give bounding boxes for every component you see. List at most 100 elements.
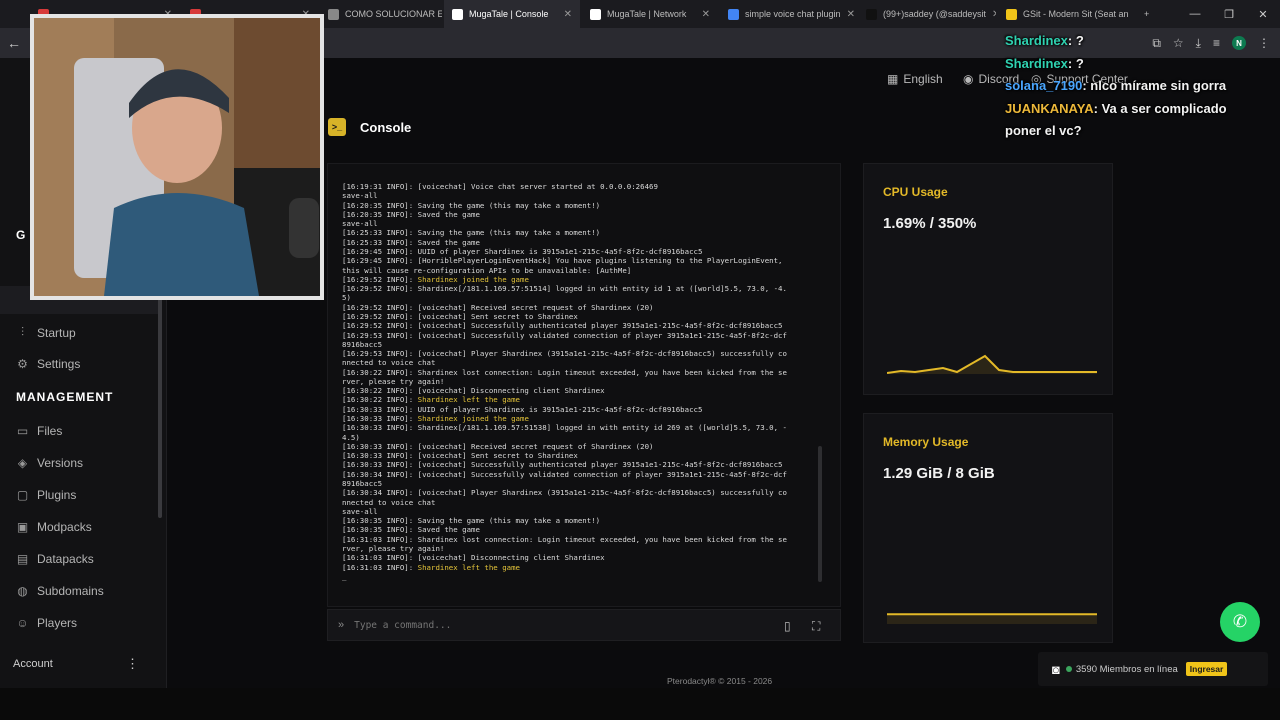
- tab-close-icon[interactable]: ✕: [696, 9, 710, 20]
- console-line-text: [16:25:33 INFO]: Saved the game: [342, 237, 480, 247]
- console-line-highlight: Shardinex left the game: [417, 395, 520, 405]
- console-line: [16:31:03 INFO]: Shardinex lost connecti…: [342, 535, 817, 544]
- menu-icon[interactable]: ⋮: [1258, 36, 1270, 50]
- close-window-icon[interactable]: ✕: [1246, 0, 1280, 28]
- tab-close-icon[interactable]: ✕: [558, 9, 572, 20]
- discord-widget: ◙ 3590 Miembros en línea Ingresar: [1038, 652, 1268, 686]
- account-link[interactable]: Account: [13, 658, 53, 670]
- console-line-highlight: Shardinex joined the game: [417, 274, 529, 284]
- chat-message: solana_7190: nlco mírame sin gorra: [1005, 75, 1255, 98]
- console-line: 5): [342, 293, 817, 302]
- browser-tab[interactable]: MugaTale | Network ✕: [582, 0, 718, 28]
- sidebar-item-files[interactable]: ▭ Files: [16, 424, 63, 438]
- console-line: [16:29:52 INFO]: [voicechat] Successfull…: [342, 321, 817, 330]
- console-line-text: nnected to voice chat: [342, 358, 436, 368]
- console-line-text: [16:20:35 INFO]: Saved the game: [342, 209, 480, 219]
- sidebar-item-plugins[interactable]: ▢ Plugins: [16, 488, 77, 502]
- browser-tab[interactable]: GSit - Modern Sit (Seat an✕: [998, 0, 1130, 28]
- console-line-text: _: [342, 571, 347, 581]
- console-line-text: [16:29:52 INFO]: Shardinex[/181.1.169.57…: [342, 284, 787, 294]
- tab-close-icon[interactable]: ✕: [1129, 9, 1130, 20]
- language-selector[interactable]: ▦ English: [887, 72, 943, 86]
- sidebar-item-label: Settings: [37, 357, 81, 371]
- console-scrollbar[interactable]: [818, 446, 822, 582]
- browser-tab[interactable]: COMO SOLUCIONAR ER✕: [320, 0, 442, 28]
- console-line-text: [16:30:33 INFO]:: [342, 414, 418, 424]
- sidebar-item-settings[interactable]: ⚙ Settings: [16, 357, 80, 371]
- tab-favicon-icon: [866, 8, 877, 20]
- memory-usage-value: 1.29 GiB / 8 GiB: [883, 465, 995, 482]
- console-line-text: rver, please try again!: [342, 543, 445, 553]
- new-tab-button[interactable]: +: [1136, 0, 1157, 28]
- sidebar-item-modpacks[interactable]: ▣ Modpacks: [16, 520, 92, 534]
- browser-tab[interactable]: MugaTale | Console ✕: [444, 0, 580, 28]
- tab-close-icon[interactable]: ✕: [986, 9, 996, 20]
- console-line: [16:31:03 INFO]: Shardinex left the game: [342, 563, 817, 572]
- console-line-text: [16:30:33 INFO]: Shardinex[/181.1.169.57…: [342, 423, 787, 433]
- console-line: [16:20:35 INFO]: Saved the game: [342, 210, 817, 219]
- tab-close-icon[interactable]: ✕: [841, 9, 855, 20]
- console-line-text: [16:30:33 INFO]: [voicechat] Successfull…: [342, 460, 783, 470]
- flag-icon: ▦: [887, 72, 899, 86]
- sidebar-item-versions[interactable]: ◈ Versions: [16, 456, 83, 470]
- console-line: [16:29:53 INFO]: [voicechat] Player Shar…: [342, 349, 817, 358]
- maximize-icon[interactable]: ❐: [1212, 0, 1246, 28]
- sidebar-scrollbar[interactable]: [158, 298, 162, 518]
- chat-username: Shardinex: [1005, 33, 1068, 48]
- back-icon[interactable]: ←: [0, 35, 28, 51]
- console-line-text: [16:29:52 INFO]: [voicechat] Sent secret…: [342, 311, 578, 321]
- console-line: [16:30:33 INFO]: [voicechat] Sent secret…: [342, 451, 817, 460]
- sidebar-item-label: Players: [37, 616, 78, 630]
- browser-tab[interactable]: simple voice chat plugin ✕: [720, 0, 856, 28]
- sidebar-item-subdomains[interactable]: ◍ Subdomains: [16, 584, 103, 598]
- console-log[interactable]: [16:19:31 INFO]: [voicechat] Voice chat …: [342, 182, 817, 597]
- console-line: save-all: [342, 191, 817, 200]
- sidebar-item-players[interactable]: ☺ Players: [16, 616, 77, 630]
- console-line: [16:30:33 INFO]: Shardinex[/181.1.169.57…: [342, 423, 817, 432]
- whatsapp-chat-button[interactable]: ✆: [1220, 602, 1260, 642]
- console-line: 8916bacc5: [342, 479, 817, 488]
- minimize-icon[interactable]: —: [1178, 0, 1212, 28]
- sidebar-item-datapacks[interactable]: ▤ Datapacks: [16, 552, 94, 566]
- command-input[interactable]: [354, 619, 755, 631]
- console-line-text: rver, please try again!: [342, 376, 445, 386]
- console-line: [16:29:52 INFO]: [voicechat] Sent secret…: [342, 312, 817, 321]
- sidebar-item-label: Plugins: [37, 488, 77, 502]
- more-options-icon[interactable]: ⋮: [126, 656, 139, 672]
- console-line-text: [16:30:22 INFO]: Shardinex lost connecti…: [342, 367, 787, 377]
- console-line-text: [16:29:45 INFO]: [HorriblePlayerLoginEve…: [342, 256, 783, 266]
- console-line: [16:29:45 INFO]: UUID of player Shardine…: [342, 247, 817, 256]
- fullscreen-icon[interactable]: ⛶: [812, 619, 820, 634]
- terminal-icon: >_: [328, 118, 346, 136]
- console-line: 4.5): [342, 433, 817, 442]
- clipboard-icon[interactable]: ▯: [784, 619, 791, 633]
- tab-favicon-icon: [452, 8, 463, 20]
- console-line: [16:29:52 INFO]: Shardinex joined the ga…: [342, 275, 817, 284]
- tab-favicon-icon: [728, 8, 739, 20]
- browser-tab[interactable]: (99+)saddey (@saddeysit✕: [858, 0, 996, 28]
- console-line-text: [16:31:03 INFO]:: [342, 562, 418, 572]
- console-output-panel: [16:19:31 INFO]: [voicechat] Voice chat …: [327, 163, 841, 607]
- console-line: nnected to voice chat: [342, 498, 817, 507]
- sidebar-item-startup[interactable]: ⫶ Startup: [16, 325, 76, 340]
- console-line: this will cause re-configuration APIs to…: [342, 266, 817, 275]
- chat-message-text: ?: [1075, 33, 1084, 48]
- tab-favicon-icon: [328, 8, 339, 20]
- console-line: [16:19:31 INFO]: [voicechat] Voice chat …: [342, 182, 817, 191]
- streamer-webcam-image: [34, 18, 320, 296]
- console-line: [16:29:52 INFO]: Shardinex[/181.1.169.57…: [342, 284, 817, 293]
- console-line-text: save-all: [342, 219, 378, 229]
- console-line: [16:30:33 INFO]: [voicechat] Received se…: [342, 442, 817, 451]
- discord-join-button[interactable]: Ingresar: [1185, 662, 1228, 676]
- console-line-text: this will cause re-configuration APIs to…: [342, 265, 632, 275]
- console-line-text: [16:30:33 INFO]: [voicechat] Received se…: [342, 441, 654, 451]
- console-line: rver, please try again!: [342, 544, 817, 553]
- chat-message: JUANKANAYA: Va a ser complicado poner el…: [1005, 98, 1255, 143]
- page-title: Console: [360, 119, 412, 135]
- command-bar: » ▯ ⛶: [327, 609, 841, 641]
- console-line-text: [16:29:52 INFO]:: [342, 274, 418, 284]
- cpu-usage-value: 1.69% / 350%: [883, 215, 977, 232]
- console-line-text: [16:30:33 INFO]: UUID of player Shardine…: [342, 404, 703, 414]
- console-line-text: [16:29:45 INFO]: UUID of player Shardine…: [342, 246, 703, 256]
- bottom-strip: [0, 688, 1280, 720]
